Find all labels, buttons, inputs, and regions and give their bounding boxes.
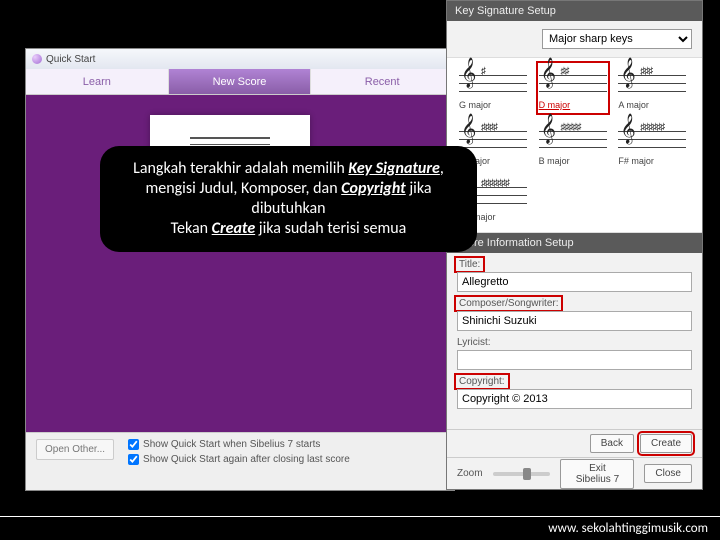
composer-input[interactable] — [457, 311, 692, 331]
check-show-on-start-box[interactable] — [128, 439, 139, 450]
key-type-select[interactable]: Major sharp keys — [542, 29, 692, 49]
instruction-callout: Langkah terakhir adalah memilih Key Sign… — [101, 147, 476, 251]
open-other-button[interactable]: Open Other... — [36, 439, 114, 460]
exit-button[interactable]: Exit Sibelius 7 — [560, 459, 634, 489]
quick-start-tabs: Learn New Score Recent — [26, 69, 454, 95]
quick-start-titlebar: Quick Start — [26, 49, 454, 69]
close-button[interactable]: Close — [644, 464, 692, 483]
keysig-g-major[interactable]: ♯G major — [457, 62, 529, 114]
back-button[interactable]: Back — [590, 434, 634, 453]
keysig-f-major[interactable]: ♯♯♯♯♯♯F# major — [616, 118, 688, 170]
score-info-header: Score Information Setup — [447, 233, 702, 253]
wizard-footer: Back Create — [447, 429, 702, 457]
check-show-on-start[interactable]: Show Quick Start when Sibelius 7 starts — [128, 439, 350, 450]
check-show-after-close-label: Show Quick Start again after closing las… — [143, 454, 350, 465]
tab-learn[interactable]: Learn — [26, 69, 169, 94]
quick-start-window: Quick Start Learn New Score Recent Open … — [25, 48, 455, 491]
callout-text: Langkah terakhir adalah memilih — [133, 159, 348, 178]
copyright-input[interactable] — [457, 389, 692, 409]
create-button[interactable]: Create — [640, 434, 692, 453]
quick-start-title: Quick Start — [46, 54, 95, 65]
composer-label: Composer/Songwriter: — [457, 298, 560, 309]
lyricist-input[interactable] — [457, 350, 692, 370]
zoom-row: Zoom Exit Sibelius 7 Close — [447, 457, 702, 489]
callout-em1: Key Signature — [348, 159, 439, 178]
zoom-slider[interactable] — [493, 472, 551, 476]
check-show-on-start-label: Show Quick Start when Sibelius 7 starts — [143, 439, 320, 450]
copyright-label: Copyright: — [457, 376, 507, 387]
callout-em3: Create — [212, 219, 256, 238]
check-show-after-close-box[interactable] — [128, 454, 139, 465]
page-footer: www. sekolahtinggimusik.com — [0, 516, 720, 540]
check-show-after-close[interactable]: Show Quick Start again after closing las… — [128, 454, 350, 465]
quick-start-body — [26, 95, 454, 432]
keysig-grid: ♯G major♯♯D major♯♯♯A major♯♯♯♯E major♯♯… — [447, 57, 702, 233]
keysig-d-major[interactable]: ♯♯D major — [537, 62, 609, 114]
quick-start-footer: Open Other... Show Quick Start when Sibe… — [26, 432, 454, 490]
title-label: Title: — [457, 259, 482, 270]
tab-new-score[interactable]: New Score — [169, 69, 312, 94]
keysig-b-major[interactable]: ♯♯♯♯♯B major — [537, 118, 609, 170]
tab-recent[interactable]: Recent — [311, 69, 454, 94]
zoom-label: Zoom — [457, 468, 483, 479]
app-icon — [32, 54, 42, 64]
keysig-a-major[interactable]: ♯♯♯A major — [616, 62, 688, 114]
title-input[interactable] — [457, 272, 692, 292]
footer-url: www. sekolahtinggimusik.com — [548, 521, 708, 536]
callout-em2: Copyright — [341, 179, 405, 198]
score-info-form: Title: Composer/Songwriter: Lyricist: Co… — [447, 253, 702, 425]
setup-panel: Key Signature Setup Major sharp keys ♯G … — [446, 0, 703, 490]
lyricist-label: Lyricist: — [457, 337, 692, 348]
keysig-header: Key Signature Setup — [447, 1, 702, 21]
